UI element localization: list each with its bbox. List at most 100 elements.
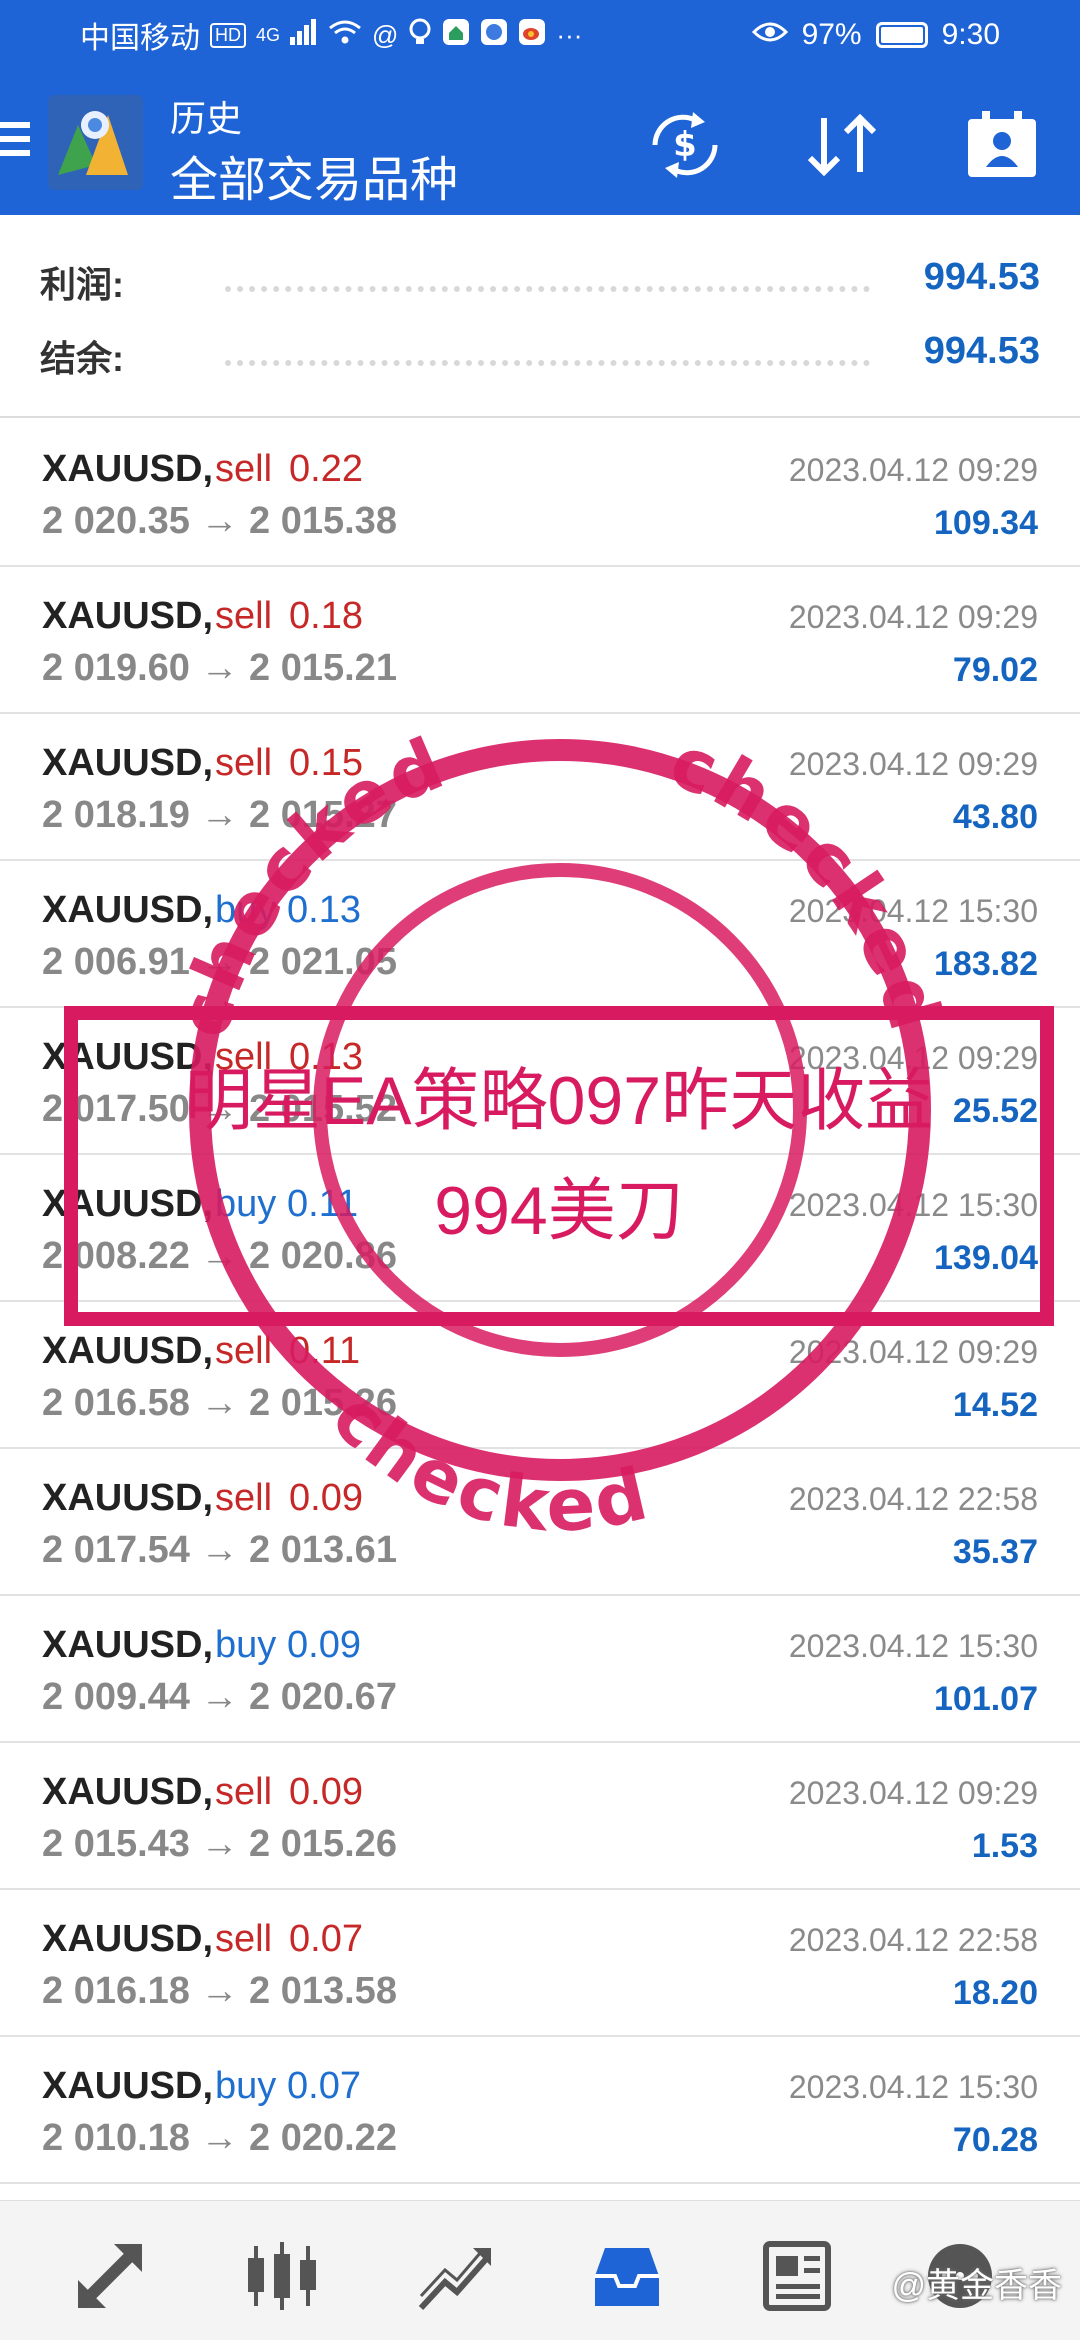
trade-profit: 1.53 [971, 1827, 1038, 1865]
trade-row[interactable]: XAUUSD, buy 0.07 2 010.18 → 2 020.22 202… [0, 2037, 1080, 2184]
trade-profit: 70.28 [952, 2121, 1038, 2159]
home-app-icon [442, 18, 470, 53]
trade-row[interactable]: XAUUSD, sell 0.07 2 016.18 → 2 013.58 20… [0, 1890, 1080, 2037]
trade-volume: 0.09 [289, 1771, 363, 1813]
trade-prices: 2 017.54 → 2 013.61 [42, 1529, 397, 1571]
trade-symbol: XAUUSD, [42, 1624, 214, 1666]
trade-volume: 0.15 [289, 742, 363, 784]
chart-icon[interactable] [237, 2231, 327, 2321]
watermark: @黄金香香 [891, 2267, 1062, 2305]
trade-side: sell [215, 1477, 273, 1519]
trade-symbol: XAUUSD, [42, 742, 214, 784]
currency-exchange-icon[interactable]: $ [645, 105, 725, 185]
trade-profit: 139.04 [934, 1239, 1038, 1277]
network-label: 4G [256, 24, 281, 45]
sort-icon[interactable] [802, 105, 882, 185]
trade-row[interactable]: XAUUSD, sell 0.09 2 017.54 → 2 013.61 20… [0, 1449, 1080, 1596]
trade-profit: 25.52 [952, 1092, 1038, 1130]
trade-volume: 0.09 [289, 1477, 363, 1519]
status-left: 中国移动 HD 4G @ ··· [80, 0, 582, 70]
trade-row[interactable]: XAUUSD, sell 0.18 2 019.60 → 2 015.21 20… [0, 567, 1080, 714]
trade-prices: 2 010.18 → 2 020.22 [42, 2117, 397, 2159]
trade-profit: 183.82 [934, 945, 1038, 983]
trade-time: 2023.04.12 09:29 [788, 746, 1038, 782]
trade-profit: 43.80 [952, 798, 1038, 836]
trade-profit: 101.07 [934, 1680, 1038, 1718]
clock: 9:30 [941, 18, 1000, 51]
trade-row[interactable]: XAUUSD, buy 0.13 2 006.91 → 2 021.05 202… [0, 861, 1080, 1008]
trade-volume: 0.13 [289, 1036, 363, 1078]
trade-side: buy [215, 1624, 277, 1666]
weibo-app-icon [518, 18, 546, 53]
trade-profit: 109.34 [934, 504, 1038, 542]
trade-prices: 2 018.19 → 2 015.27 [42, 794, 397, 836]
trade-profit: 14.52 [952, 1386, 1038, 1424]
trade-time: 2023.04.12 09:29 [788, 599, 1038, 635]
trade-volume: 0.11 [287, 1183, 359, 1225]
trade-volume: 0.22 [289, 448, 363, 490]
trade-row[interactable]: XAUUSD, sell 0.09 2 015.43 → 2 015.26 20… [0, 1743, 1080, 1890]
trade-symbol: XAUUSD, [42, 1771, 214, 1813]
trade-row[interactable]: XAUUSD, sell 0.22 2 020.35 → 2 015.38 20… [0, 420, 1080, 567]
trade-symbol: XAUUSD, [42, 1918, 214, 1960]
history-icon[interactable] [582, 2231, 672, 2321]
trade-volume: 0.07 [289, 1918, 363, 1960]
balance-label: 结余: [40, 338, 124, 379]
trade-profit: 18.20 [952, 1974, 1038, 2012]
bulb-icon [408, 18, 432, 53]
trade-volume: 0.13 [287, 889, 361, 931]
trade-row[interactable]: XAUUSD, buy 0.09 2 009.44 → 2 020.67 202… [0, 1596, 1080, 1743]
menu-icon[interactable] [0, 122, 30, 162]
trade-row[interactable]: XAUUSD, buy 0.11 2 008.22 → 2 020.86 202… [0, 1155, 1080, 1302]
trade-prices: 2 009.44 → 2 020.67 [42, 1676, 397, 1718]
trade-row[interactable]: XAUUSD, sell 0.15 2 018.19 → 2 015.27 20… [0, 714, 1080, 861]
battery-icon [875, 22, 928, 48]
profit-label: 利润: [40, 264, 124, 305]
trade-symbol: XAUUSD, [42, 1036, 214, 1078]
browser-app-icon [480, 18, 508, 53]
trade-time: 2023.04.12 09:29 [788, 1040, 1038, 1076]
trade-symbol: XAUUSD, [42, 1330, 214, 1372]
profit-value: 994.53 [923, 256, 1040, 298]
dotted-leader [225, 286, 870, 292]
symbol-filter-title[interactable]: 全部交易品种 [170, 140, 458, 210]
trade-time: 2023.04.12 15:30 [788, 893, 1038, 929]
trade-side: sell [215, 448, 273, 490]
trade-icon[interactable] [410, 2231, 500, 2321]
status-right: 97% 9:30 [751, 0, 1000, 70]
trade-side: sell [215, 1036, 273, 1078]
trade-row[interactable]: XAUUSD, sell 0.11 2 016.58 → 2 015.26 20… [0, 1302, 1080, 1449]
at-icon: @ [372, 19, 399, 50]
news-icon[interactable] [755, 2231, 845, 2321]
trade-prices: 2 017.50 → 2 015.52 [42, 1088, 397, 1130]
app-bar: 历史 全部交易品种 $ [0, 70, 1080, 215]
trade-volume: 0.07 [287, 2065, 361, 2107]
battery-percent: 97% [801, 18, 862, 51]
trade-row[interactable]: XAUUSD, sell 0.13 2 017.50 → 2 015.52 20… [0, 1008, 1080, 1155]
trade-side: buy [215, 2065, 277, 2107]
trade-prices: 2 015.43 → 2 015.26 [42, 1823, 397, 1865]
trade-time: 2023.04.12 15:30 [788, 1187, 1038, 1223]
summary-panel: 利润: 994.53 结余: 994.53 [0, 218, 1080, 418]
profit-row: 利润: 994.53 [40, 256, 1040, 316]
trade-symbol: XAUUSD, [42, 889, 214, 931]
trade-time: 2023.04.12 22:58 [788, 1922, 1038, 1958]
trade-symbol: XAUUSD, [42, 448, 214, 490]
trade-profit: 35.37 [952, 1533, 1038, 1571]
quotes-icon[interactable] [65, 2231, 155, 2321]
trade-prices: 2 020.35 → 2 015.38 [42, 500, 397, 542]
metatrader-logo-icon[interactable] [48, 95, 143, 190]
trade-symbol: XAUUSD, [42, 595, 214, 637]
trade-side: sell [215, 1771, 273, 1813]
trade-volume: 0.11 [289, 1330, 361, 1372]
trade-side: sell [215, 742, 273, 784]
trade-side: buy [215, 889, 277, 931]
account-icon[interactable] [962, 105, 1042, 185]
eye-icon [751, 20, 788, 51]
trade-history-list: XAUUSD, sell 0.22 2 020.35 → 2 015.38 20… [0, 420, 1080, 2184]
signal-icon [290, 18, 318, 52]
trade-time: 2023.04.12 15:30 [788, 1628, 1038, 1664]
hd-badge: HD [210, 22, 246, 48]
trade-side: sell [215, 595, 273, 637]
trade-prices: 2 019.60 → 2 015.21 [42, 647, 397, 689]
